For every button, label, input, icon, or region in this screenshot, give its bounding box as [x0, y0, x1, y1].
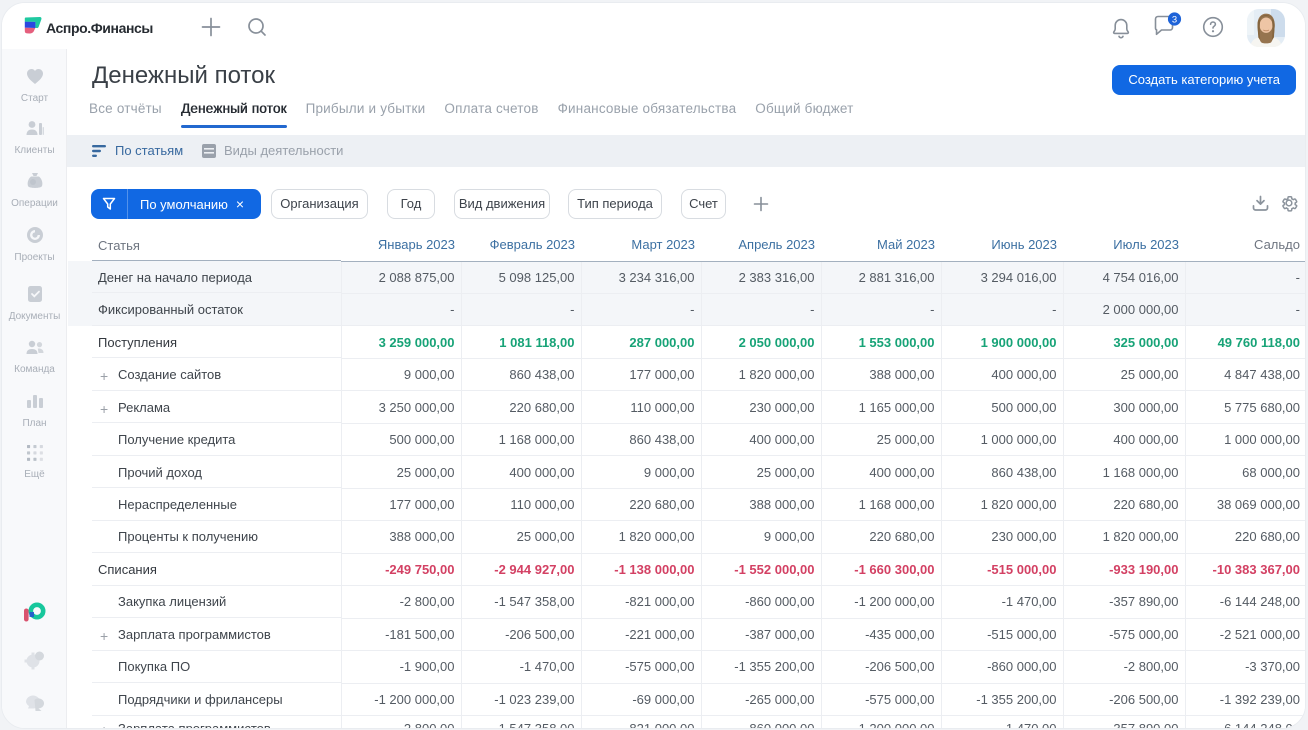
svg-text:3: 3 [1172, 14, 1177, 25]
